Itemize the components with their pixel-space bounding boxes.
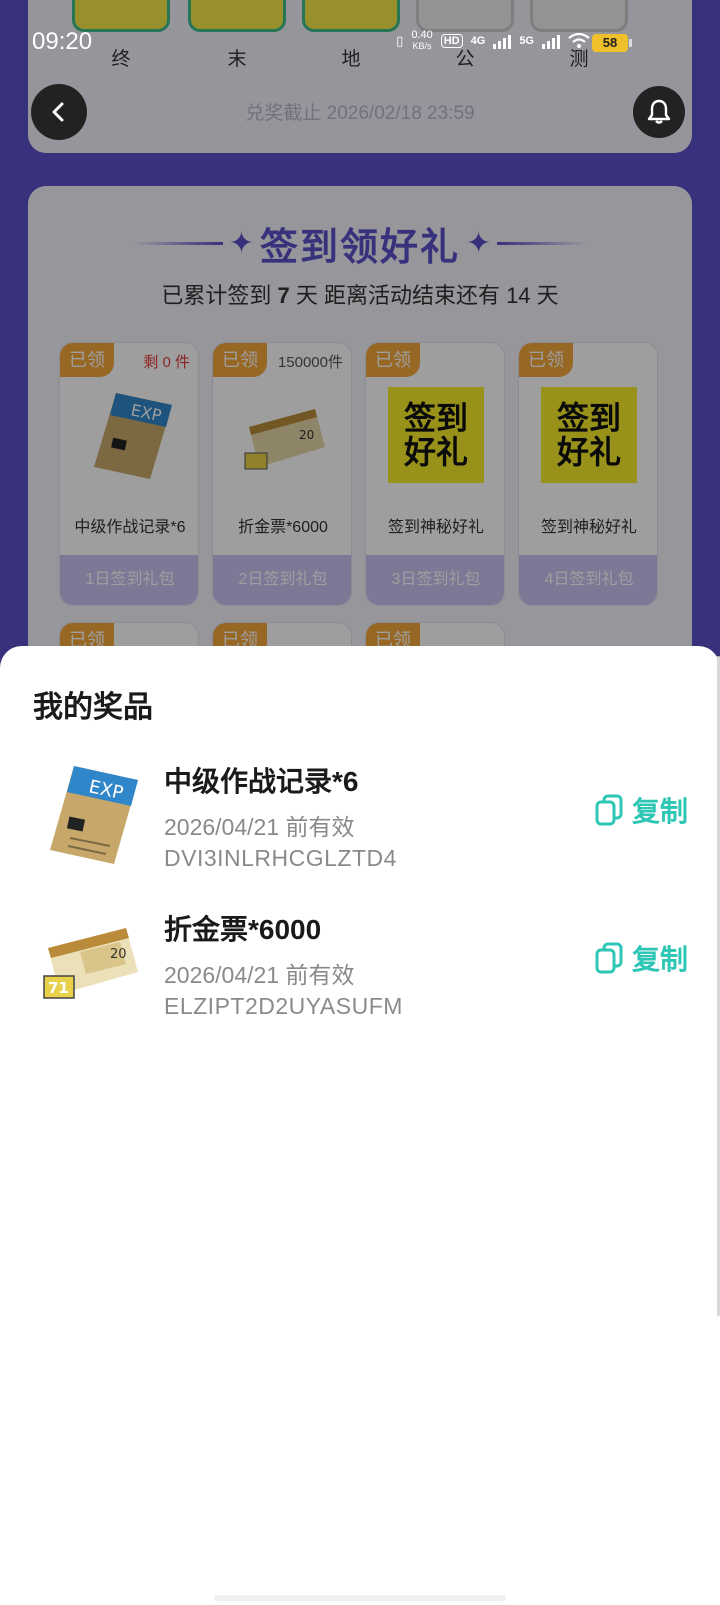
prize-item: EXP 中级作战记录*6 2026/04/21 前有效 DVI3INLRHCGL… bbox=[0, 752, 720, 882]
gold-ticket-icon: 20 71 bbox=[43, 928, 138, 999]
signal-icon bbox=[542, 33, 560, 49]
sheet-title: 我的奖品 bbox=[33, 691, 153, 724]
bell-icon bbox=[647, 99, 671, 124]
wifi-icon bbox=[568, 33, 590, 48]
battery-icon: 58 bbox=[592, 34, 632, 52]
prize-code[interactable]: ELZIPT2D2UYASUFM bbox=[164, 993, 403, 1020]
svg-text:20: 20 bbox=[110, 947, 127, 962]
copy-icon bbox=[595, 942, 623, 974]
combat-record-icon: EXP bbox=[50, 766, 138, 864]
modal-scrim[interactable] bbox=[0, 0, 720, 700]
prize-name: 中级作战记录*6 bbox=[164, 766, 359, 797]
prize-item: 20 71 折金票*6000 2026/04/21 前有效 ELZIPT2D2U… bbox=[0, 900, 720, 1030]
status-bar: 09:20 ▯ 0.40 KB/s HD 4G 5G 58 bbox=[0, 22, 720, 62]
prize-code[interactable]: DVI3INLRHCGLZTD4 bbox=[164, 845, 397, 872]
hd-icon: HD bbox=[440, 34, 463, 48]
prize-expiry: 2026/04/21 前有效 bbox=[164, 962, 355, 988]
svg-text:71: 71 bbox=[48, 979, 69, 997]
net-speed: 0.40 KB/s bbox=[411, 30, 432, 52]
signal-icon bbox=[493, 33, 512, 49]
net-speed-value: 0.40 bbox=[411, 29, 433, 41]
copy-icon bbox=[595, 794, 623, 826]
copy-button[interactable]: 复制 bbox=[594, 790, 688, 830]
copy-label: 复制 bbox=[631, 796, 688, 827]
status-icons: ▯ 0.40 KB/s HD 4G 5G bbox=[396, 30, 590, 52]
net-speed-unit: KB/s bbox=[412, 41, 432, 51]
home-indicator[interactable] bbox=[214, 1595, 506, 1601]
copy-button[interactable]: 复制 bbox=[594, 938, 688, 978]
sim2-type: 5G bbox=[519, 35, 534, 47]
copy-label: 复制 bbox=[631, 944, 688, 975]
my-prizes-sheet: 我的奖品 EXP 中级作战记录*6 2026/04/21 前有效 DVI3INL… bbox=[0, 646, 720, 1605]
chevron-left-icon bbox=[52, 102, 64, 122]
notification-button[interactable] bbox=[633, 86, 685, 138]
sim1-type: 4G bbox=[470, 35, 486, 47]
prize-expiry: 2026/04/21 前有效 bbox=[164, 814, 355, 840]
prize-name: 折金票*6000 bbox=[164, 914, 322, 945]
status-time: 09:20 bbox=[32, 28, 93, 55]
back-button[interactable] bbox=[31, 84, 87, 140]
vibrate-icon: ▯ bbox=[396, 33, 404, 48]
